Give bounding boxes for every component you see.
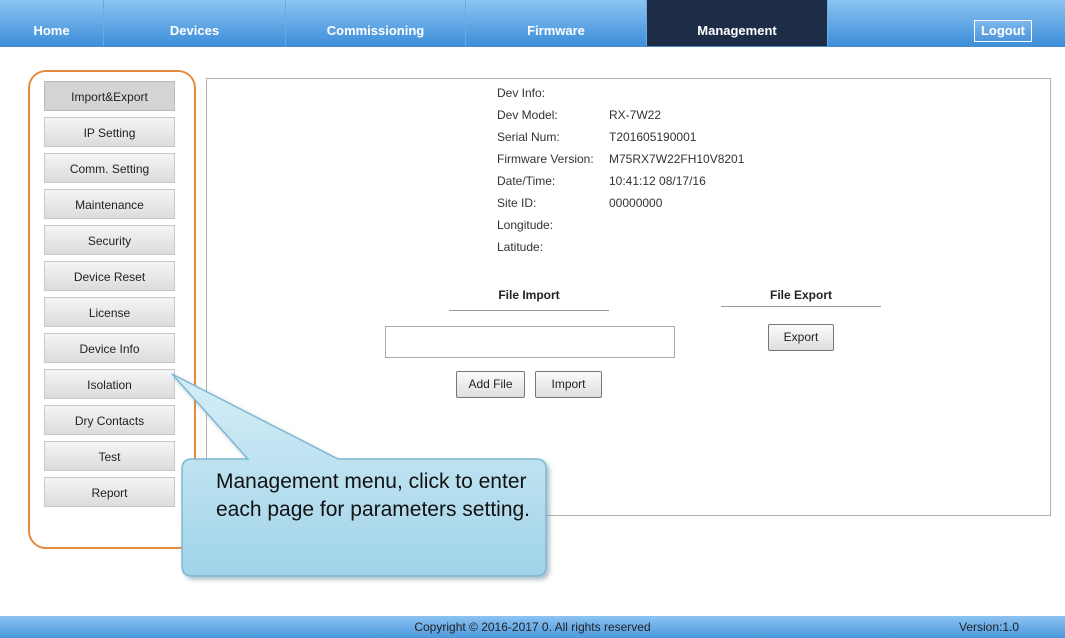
footer-copyright: Copyright © 2016-2017 0. All rights rese…	[414, 620, 651, 634]
footer-bar: Copyright © 2016-2017 0. All rights rese…	[0, 616, 1065, 638]
callout-bubble	[171, 373, 547, 577]
footer-version: Version:1.0	[959, 620, 1020, 634]
callout-text: Management menu, click to enter each pag…	[216, 470, 531, 521]
